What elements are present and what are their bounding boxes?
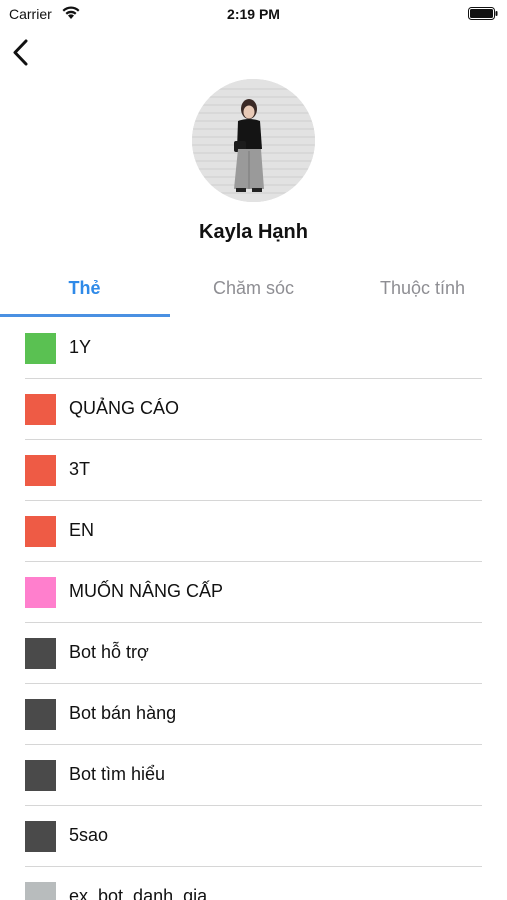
tab-active-indicator	[0, 314, 170, 317]
status-bar: Carrier 2:19 PM	[0, 0, 507, 30]
tab-attributes[interactable]: Thuộc tính	[338, 264, 507, 316]
tag-label: 1Y	[69, 337, 92, 357]
tag-label: MUỐN NÂNG CẤP	[69, 581, 224, 601]
back-button[interactable]	[8, 36, 38, 70]
tag-color-swatch	[25, 760, 56, 791]
tag-label: Bot tìm hiểu	[69, 764, 166, 784]
tag-label: Bot hỗ trợ	[69, 642, 149, 662]
tag-color-swatch	[25, 699, 56, 730]
tag-row[interactable]: 5sao	[0, 806, 507, 867]
tag-color-swatch	[25, 455, 56, 486]
tag-row[interactable]: EN	[0, 501, 507, 562]
tag-row[interactable]: Bot tìm hiểu	[0, 745, 507, 806]
tag-row[interactable]: 1Y	[0, 318, 507, 379]
tag-label: Bot bán hàng	[69, 703, 177, 723]
tag-color-swatch	[25, 577, 56, 608]
tag-label: 5sao	[69, 825, 109, 845]
tag-row[interactable]: QUẢNG CÁO	[0, 379, 507, 440]
battery-icon	[468, 7, 498, 20]
tag-label: QUẢNG CÁO	[69, 398, 180, 418]
user-photo	[192, 79, 315, 202]
tab-bar: Thẻ Chăm sóc Thuộc tính	[0, 264, 507, 318]
tag-row[interactable]: 3T	[0, 440, 507, 501]
tag-color-swatch	[25, 516, 56, 547]
avatar[interactable]	[192, 79, 315, 202]
tag-label: EN	[69, 520, 95, 540]
tag-label: 3T	[69, 459, 91, 479]
tab-care[interactable]: Chăm sóc	[169, 264, 338, 316]
tag-color-swatch	[25, 821, 56, 852]
tag-row[interactable]: Bot bán hàng	[0, 684, 507, 745]
profile-name: Kayla Hạnh	[199, 221, 308, 243]
tag-row[interactable]: ex_bot_danh_gia	[0, 867, 507, 900]
tag-color-swatch	[25, 882, 56, 900]
tag-color-swatch	[25, 394, 56, 425]
tag-color-swatch	[25, 333, 56, 364]
tag-list: 1Y QUẢNG CÁO 3T EN MUỐN NÂNG CẤP Bot hỗ …	[0, 318, 507, 900]
tab-tags[interactable]: Thẻ	[0, 264, 169, 316]
chevron-left-icon	[13, 39, 28, 66]
tag-row[interactable]: MUỐN NÂNG CẤP	[0, 562, 507, 623]
tag-color-swatch	[25, 638, 56, 669]
status-time: 2:19 PM	[227, 6, 280, 22]
tag-row[interactable]: Bot hỗ trợ	[0, 623, 507, 684]
tag-label: ex_bot_danh_gia	[69, 886, 208, 900]
